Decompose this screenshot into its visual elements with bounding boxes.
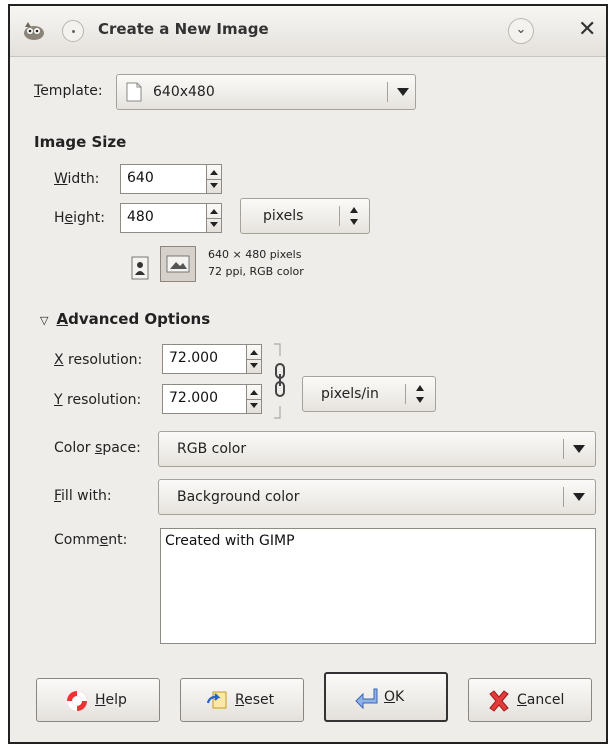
color-space-combo[interactable]: RGB color	[158, 431, 596, 467]
chevron-down-icon	[397, 88, 409, 96]
comment-label: Comment:	[54, 532, 128, 548]
chain-link-icon[interactable]	[272, 342, 288, 420]
ok-button[interactable]: OK	[324, 672, 448, 722]
chevron-down-icon	[573, 445, 585, 453]
advanced-options-expander[interactable]: ▽ Advanced Options	[40, 310, 210, 328]
document-icon	[126, 82, 142, 102]
image-info: 640 × 480 pixels 72 ppi, RGB color	[208, 246, 304, 280]
portrait-icon[interactable]	[130, 256, 150, 280]
cancel-button[interactable]: Cancel	[468, 678, 592, 722]
image-size-heading: Image Size	[34, 133, 127, 151]
x-resolution-spinner[interactable]	[246, 344, 262, 374]
close-icon[interactable]: ✕	[578, 18, 596, 42]
lifebuoy-icon	[67, 691, 87, 711]
y-resolution-field[interactable]: 72.000	[162, 384, 248, 414]
height-spinner[interactable]	[206, 203, 222, 233]
title-bar[interactable]: Create a New Image ⌄ ✕	[10, 6, 606, 57]
image-info-resolution: 72 ppi, RGB color	[208, 265, 304, 278]
chevron-down-icon[interactable]: ⌄	[508, 18, 534, 44]
x-resolution-label: X resolution:	[54, 352, 143, 368]
landscape-icon	[166, 255, 190, 273]
x-resolution-field[interactable]: 72.000	[162, 344, 248, 374]
size-unit-combo[interactable]: pixels	[240, 198, 370, 234]
y-resolution-label: Y resolution:	[54, 392, 142, 408]
up-down-arrows-icon	[349, 207, 359, 225]
ok-label: OK	[384, 689, 405, 705]
expander-triangle-icon: ▽	[40, 314, 49, 327]
width-spinner[interactable]	[206, 164, 222, 194]
image-info-dimensions: 640 × 480 pixels	[208, 248, 302, 261]
chevron-down-icon	[573, 493, 585, 501]
reset-label: Reset	[235, 692, 275, 708]
reset-icon	[206, 691, 227, 709]
gimp-wilber-icon[interactable]	[22, 21, 46, 41]
size-unit-value: pixels	[263, 208, 304, 224]
cancel-label: Cancel	[517, 692, 565, 708]
pin-icon[interactable]	[62, 20, 84, 42]
fill-with-combo[interactable]: Background color	[158, 479, 596, 515]
template-combo[interactable]: 640x480	[116, 74, 416, 110]
color-space-value: RGB color	[177, 441, 247, 457]
landscape-toggle[interactable]	[160, 246, 196, 282]
create-new-image-dialog: Create a New Image ⌄ ✕ Template: 640x480…	[8, 4, 608, 744]
height-field[interactable]: 480	[120, 203, 208, 233]
fill-with-label: Fill with:	[54, 488, 112, 504]
window-title: Create a New Image	[98, 20, 269, 38]
help-label: Help	[95, 692, 127, 708]
template-value: 640x480	[153, 84, 215, 100]
cancel-x-icon	[489, 690, 509, 712]
reset-button[interactable]: Reset	[180, 678, 304, 722]
y-resolution-spinner[interactable]	[246, 384, 262, 414]
fill-with-value: Background color	[177, 489, 300, 505]
resolution-unit-combo[interactable]: pixels/in	[302, 376, 436, 412]
width-label: Width:	[54, 171, 100, 187]
color-space-label: Color space:	[54, 440, 141, 456]
comment-textarea[interactable]: Created with GIMP	[160, 528, 596, 644]
height-label: Height:	[54, 210, 106, 226]
width-field[interactable]: 640	[120, 164, 208, 194]
resolution-unit-value: pixels/in	[321, 386, 379, 402]
up-down-arrows-icon	[415, 385, 425, 403]
ok-arrow-icon	[355, 688, 378, 710]
help-button[interactable]: Help	[36, 678, 160, 722]
template-label: Template:	[34, 83, 103, 99]
